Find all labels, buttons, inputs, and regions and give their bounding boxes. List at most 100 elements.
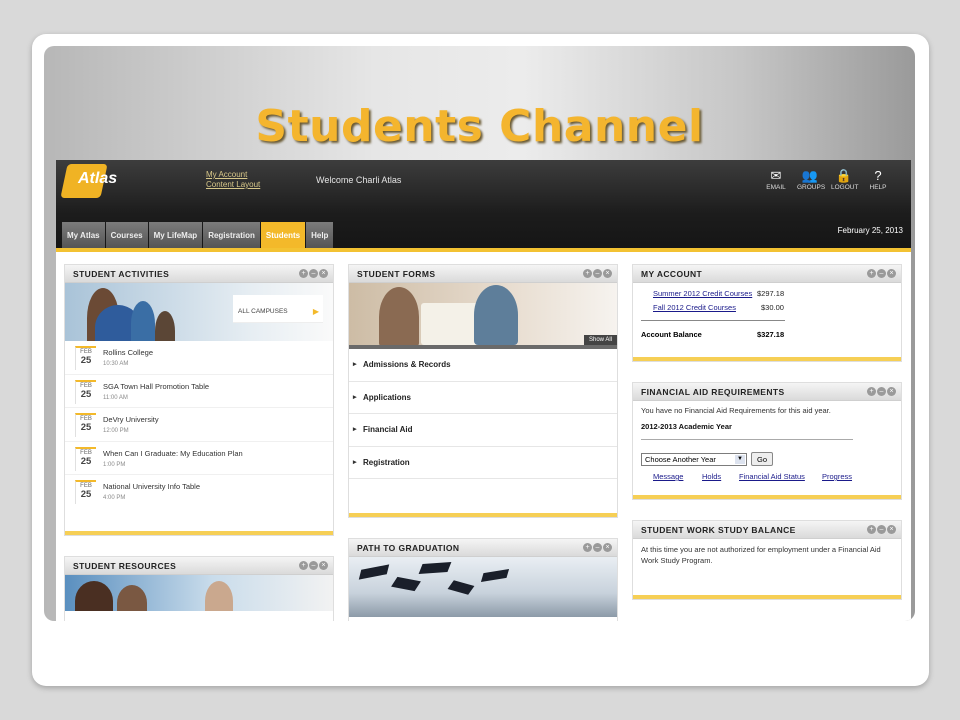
form-item-registration[interactable]: ▸ Registration [349,447,617,479]
list-item[interactable]: FEB 25 SGA Town Hall Promotion Table 11:0… [65,375,333,408]
add-icon[interactable]: + [299,561,308,570]
work-study-channel: STUDENT WORK STUDY BALANCE + – × At this t… [632,520,902,600]
list-item[interactable]: FEB 25 When Can I Graduate: My Education … [65,442,333,475]
form-item-financial-aid[interactable]: ▸ Financial Aid [349,414,617,447]
chevron-right-icon: ▸ [353,393,357,401]
progress-link[interactable]: Progress [822,472,852,481]
groups-icon: 👥 [801,168,819,183]
channel-header: PATH TO GRADUATION + – × [349,539,617,557]
list-item[interactable]: FEB 25 Rollins College 10:30 AM [65,341,333,375]
add-icon[interactable]: + [583,269,592,278]
close-icon[interactable]: × [319,269,328,278]
current-date: February 25, 2013 [837,226,903,235]
add-icon[interactable]: + [299,269,308,278]
account-links: My Account Content Layout [206,170,260,190]
channel-title: PATH TO GRADUATION [357,543,460,553]
message-link[interactable]: Message [653,472,683,481]
logo-text: Atlas [78,170,118,187]
channel-header: MY ACCOUNT + – × [633,265,901,283]
chevron-right-icon: ▸ [353,426,357,433]
event-title: SGA Town Hall Promotion Table [103,381,210,391]
chevron-right-icon: ▶ [312,307,319,316]
close-icon[interactable]: × [887,269,896,278]
minimize-icon[interactable]: – [593,269,602,278]
close-icon[interactable]: × [603,543,612,552]
close-icon[interactable]: × [319,561,328,570]
slide-title: Students Channel [255,101,704,152]
tab-courses[interactable]: Courses [105,222,148,248]
event-time: 1:00 PM [103,461,126,468]
account-item-link[interactable]: Fall 2012 Credit Courses [653,303,736,312]
list-item[interactable]: FEB 25 National University Info Table 4:0… [65,475,333,509]
path-to-graduation-channel: PATH TO GRADUATION + – × [348,538,618,621]
atlas-logo[interactable]: Atlas [60,164,126,198]
channel-controls: + – × [583,543,612,552]
help-button[interactable]: ? HELP [865,168,891,191]
channel-footer-bar [633,495,901,499]
list-item[interactable]: FEB 25 DeVry University 12:00 PM [65,408,333,442]
minimize-icon[interactable]: – [877,387,886,396]
close-icon[interactable]: × [887,387,896,396]
tab-my-lifemap[interactable]: My LifeMap [148,222,203,248]
account-item-link[interactable]: Summer 2012 Credit Courses [653,289,752,298]
aid-year-select[interactable]: Choose Another Year ▼ [641,453,747,466]
add-icon[interactable]: + [583,543,592,552]
event-time: 12:00 PM [103,428,129,434]
go-button[interactable]: Go [751,452,773,466]
minimize-icon[interactable]: – [877,269,886,278]
tab-registration[interactable]: Registration [203,222,260,248]
portal-header: Atlas My Account Content Layout Welcome … [56,160,911,252]
minimize-icon[interactable]: – [593,543,602,552]
content-layout-link[interactable]: Content Layout [206,180,260,190]
add-icon[interactable]: + [867,525,876,534]
minimize-icon[interactable]: – [309,269,318,278]
email-button[interactable]: ✉ EMAIL [763,168,789,191]
lock-icon: 🔒 [835,168,853,183]
channel-footer-bar [633,357,901,361]
tab-students[interactable]: Students [260,222,306,248]
channel-controls: + – × [867,525,896,534]
add-icon[interactable]: + [867,387,876,396]
my-account-channel: MY ACCOUNT + – × Summer 2012 Credit Course… [632,264,902,362]
financial-aid-channel: FINANCIAL AID REQUIREMENTS + – × You have … [632,382,902,500]
date-badge: FEB 25 [75,446,96,471]
logout-button[interactable]: 🔒 LOGOUT [831,168,859,191]
channel-controls: + – × [299,561,328,570]
logout-label: LOGOUT [831,184,859,191]
holds-link[interactable]: Holds [702,472,721,481]
event-time: 10:30 AM [103,361,129,367]
channel-title: STUDENT ACTIVITIES [73,269,170,279]
account-row: Fall 2012 Credit Courses $30.00 [633,303,901,317]
show-all-button[interactable]: Show All [583,335,617,345]
tab-help[interactable]: Help [306,222,334,248]
date-badge: FEB 25 [75,379,96,404]
close-icon[interactable]: × [603,269,612,278]
event-title: National University Info Table [103,482,200,491]
channel-title: STUDENT FORMS [357,269,436,279]
close-icon[interactable]: × [887,525,896,534]
my-account-link[interactable]: My Account [206,170,260,180]
channel-title: STUDENT RESOURCES [73,561,177,571]
select-value: Choose Another Year [645,455,716,464]
groups-button[interactable]: 👥 GROUPS [797,168,825,191]
event-time: 11:00 AM [103,394,128,401]
student-resources-channel: STUDENT RESOURCES + – × [64,556,334,621]
form-item-applications[interactable]: ▸ Applications [349,382,617,414]
work-study-message: At this time you are not authorized for … [641,545,881,565]
channel-header: STUDENT FORMS + – × [349,265,617,283]
help-label: HELP [869,184,887,191]
form-item-admissions[interactable]: ▸ Admissions & Records [349,349,617,382]
financial-aid-status-link[interactable]: Financial Aid Status [739,472,805,481]
minimize-icon[interactable]: – [877,525,886,534]
campus-filter[interactable]: ALL CAMPUSES ▶ [233,295,323,323]
header-accent-bar [56,248,911,252]
add-icon[interactable]: + [867,269,876,278]
tab-my-atlas[interactable]: My Atlas [62,222,105,248]
activities-photo: ALL CAMPUSES ▶ [65,283,333,341]
email-icon: ✉ [770,168,782,183]
divider [641,320,785,321]
minimize-icon[interactable]: – [309,561,318,570]
header-tools: ✉ EMAIL 👥 GROUPS 🔒 LOGOUT ? HELP [763,168,891,191]
channel-title: STUDENT WORK STUDY BALANCE [641,525,796,535]
account-balance-row: Account Balance $327.18 [633,330,901,344]
